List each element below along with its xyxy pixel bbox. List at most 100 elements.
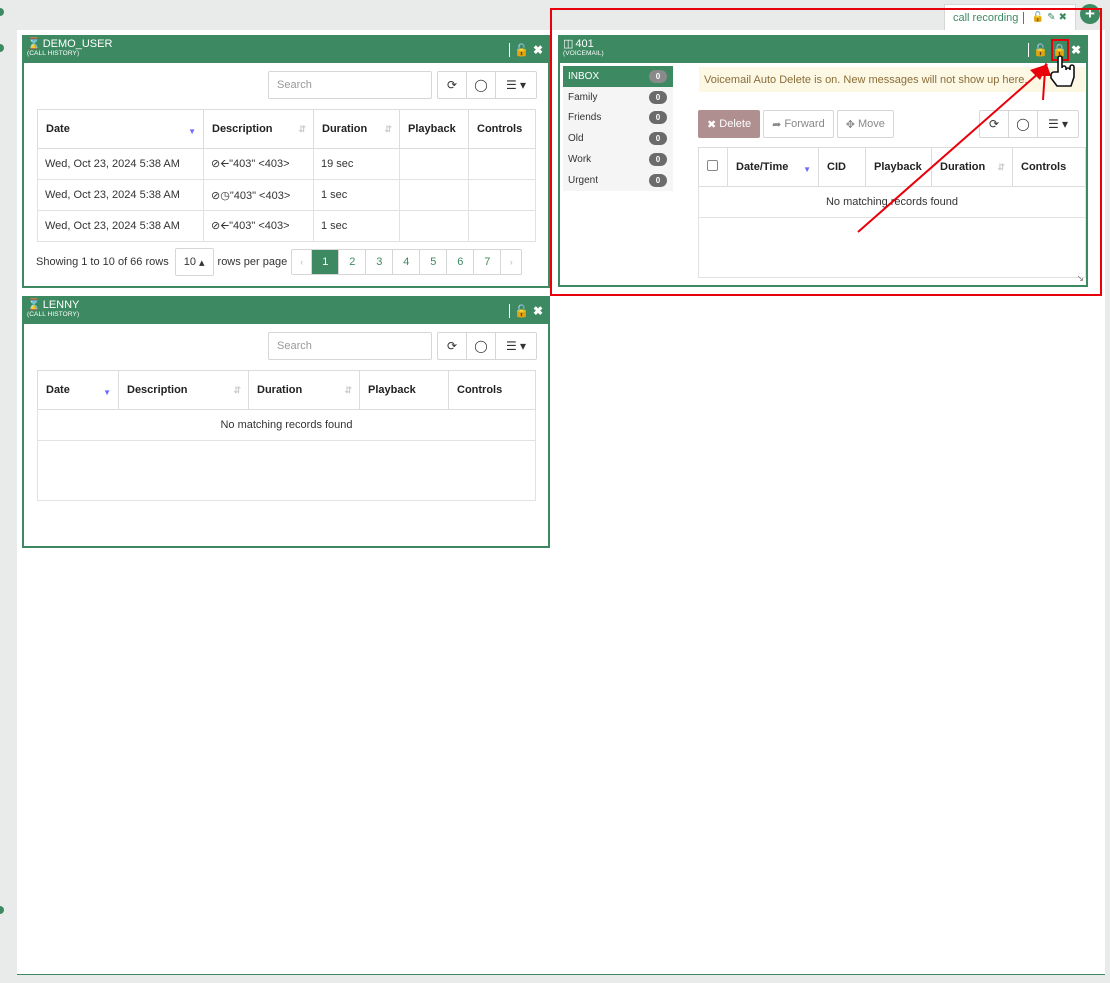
add-tab-button[interactable]: +: [1080, 4, 1100, 24]
resize-handle-icon[interactable]: ↘: [1076, 273, 1084, 284]
table-header-row: Date ▼ Description ⇵ Duration ⇵ Playback Co…: [37, 109, 536, 149]
column-header-date[interactable]: Date ▼: [37, 370, 119, 410]
sort-desc-icon: ▼: [103, 388, 111, 397]
column-header-duration[interactable]: Duration ⇵: [313, 109, 400, 149]
widget-title: ⌛ DEMO_USER: [27, 38, 545, 50]
close-icon[interactable]: ✖: [533, 304, 543, 318]
folder-family[interactable]: Family 0: [563, 86, 673, 108]
cell-date: Wed, Oct 23, 2024 5:38 AM: [37, 148, 204, 180]
widget-header[interactable]: ⌛ LENNY (CALL HISTORY) 🔓 ✖: [24, 298, 548, 324]
widget-header[interactable]: ◫ 401 (VOICEMAIL) 🔓 🔒 ✖: [560, 37, 1086, 63]
column-header-description[interactable]: Description ⇵: [118, 370, 249, 410]
columns-menu-icon[interactable]: ☰ ▾: [496, 333, 536, 359]
close-icon[interactable]: ✖: [533, 43, 543, 57]
rail-marker: [0, 906, 4, 914]
arrow-left-icon: 🡨: [220, 219, 230, 232]
toggle-icon[interactable]: ◯: [467, 72, 496, 98]
sort-icon: ⇵: [997, 162, 1005, 172]
page-6-button[interactable]: 6: [447, 250, 475, 274]
pagination-info: Showing 1 to 10 of 66 rows: [36, 256, 169, 268]
toggle-icon[interactable]: ◯: [467, 333, 496, 359]
rail-marker: [0, 8, 4, 16]
column-header-datetime[interactable]: Date/Time ▼: [727, 147, 819, 187]
forward-button[interactable]: ➦ Forward: [763, 110, 834, 138]
toggle-icon[interactable]: ◯: [1009, 111, 1038, 137]
table-row: Wed, Oct 23, 2024 5:38 AM ⊘🡨"403" <403> …: [37, 148, 536, 180]
call-history-table: Date ▼ Description ⇵ Duration ⇵ Playback Co…: [37, 109, 536, 242]
move-button[interactable]: ✥ Move: [836, 110, 894, 138]
page-3-button[interactable]: 3: [366, 250, 394, 274]
count-badge: 0: [649, 132, 667, 146]
widget-subtitle: (VOICEMAIL): [563, 50, 604, 57]
refresh-icon[interactable]: ⟳: [980, 111, 1009, 137]
close-icon[interactable]: ✖: [1059, 12, 1067, 23]
tab-call-recording[interactable]: call recording 🔓 ✎ ✖: [944, 4, 1076, 30]
column-header-description[interactable]: Description ⇵: [203, 109, 314, 149]
select-all-checkbox[interactable]: [707, 160, 718, 171]
page-5-button[interactable]: 5: [420, 250, 448, 274]
close-icon: ✖: [707, 118, 720, 131]
sort-icon: ⇵: [298, 124, 306, 134]
cell-controls: [468, 179, 536, 211]
page-1-button[interactable]: 1: [312, 250, 340, 274]
widget-header[interactable]: ⌛ DEMO_USER (CALL HISTORY) 🔓 ✖: [24, 37, 548, 63]
refresh-icon[interactable]: ⟳: [438, 72, 467, 98]
cell-controls: [468, 210, 536, 242]
table-buttons: ⟳ ◯ ☰ ▾: [437, 71, 537, 99]
sort-icon: ⇵: [384, 124, 392, 134]
count-badge: 0: [649, 69, 667, 83]
column-header-duration[interactable]: Duration ⇵: [248, 370, 360, 410]
folder-old[interactable]: Old 0: [563, 128, 673, 150]
folder-list: INBOX 0 Family 0 Friends 0 Old 0 Work 0 Urgen…: [563, 66, 673, 191]
columns-menu-icon[interactable]: ☰ ▾: [496, 72, 536, 98]
page-2-button[interactable]: 2: [339, 250, 367, 274]
search-input[interactable]: Search: [268, 332, 432, 360]
folder-work[interactable]: Work 0: [563, 149, 673, 170]
empty-row: No matching records found: [37, 409, 536, 441]
page-size-select[interactable]: 10 ▴: [174, 248, 214, 276]
columns-menu-icon[interactable]: ☰ ▾: [1038, 111, 1078, 137]
next-page-button[interactable]: ›: [501, 250, 521, 274]
pagination: ‹ 1 2 3 4 5 6 7 ›: [291, 249, 523, 275]
page-4-button[interactable]: 4: [393, 250, 421, 274]
close-icon[interactable]: ✖: [1071, 43, 1081, 57]
column-header-date[interactable]: Date ▼: [37, 109, 204, 149]
column-header-cid[interactable]: CID: [818, 147, 866, 187]
voicemail-table: Date/Time ▼ CID Playback Duration ⇵ Contro…: [698, 147, 1086, 278]
pencil-icon[interactable]: ✎: [1047, 12, 1055, 23]
widget-lenny: ⌛ LENNY (CALL HISTORY) 🔓 ✖ Search ⟳ ◯ ☰ …: [22, 296, 550, 548]
cell-playback: [399, 148, 469, 180]
widget-demo-user: ⌛ DEMO_USER (CALL HISTORY) 🔓 ✖ Search ⟳ …: [22, 35, 550, 288]
widget-title-text: DEMO_USER: [42, 38, 113, 50]
widget-subtitle: (CALL HISTORY): [27, 50, 80, 57]
column-header-duration[interactable]: Duration ⇵: [931, 147, 1013, 187]
per-page-label: rows per page: [217, 256, 288, 268]
unlock-icon[interactable]: 🔓: [1032, 12, 1044, 23]
refresh-icon[interactable]: ⟳: [438, 333, 467, 359]
hourglass-icon: ⌛: [27, 38, 41, 50]
unlock-icon[interactable]: 🔓: [1033, 43, 1048, 57]
unlock-icon[interactable]: 🔓: [514, 43, 529, 57]
table-toolbar: Search ⟳ ◯ ☰ ▾: [268, 71, 537, 99]
cell-playback: [399, 210, 469, 242]
clock-icon: ◷: [220, 189, 230, 202]
share-icon: ➦: [772, 118, 785, 131]
folder-friends[interactable]: Friends 0: [563, 107, 673, 129]
blocked-icon: ⊘: [211, 219, 221, 232]
unlock-icon[interactable]: 🔓: [514, 304, 529, 318]
search-input[interactable]: Search: [268, 71, 432, 99]
cell-description: ⊘🡨"403" <403>: [203, 148, 314, 180]
prev-page-button[interactable]: ‹: [292, 250, 313, 274]
cell-duration: 1 sec: [313, 179, 400, 211]
widget-voicemail-401: ◫ 401 (VOICEMAIL) 🔓 🔒 ✖ INBOX 0 Family 0 F…: [558, 35, 1088, 287]
empty-message: No matching records found: [37, 409, 536, 441]
table-filler: [37, 440, 536, 501]
folder-urgent[interactable]: Urgent 0: [563, 169, 673, 191]
delete-button[interactable]: ✖ Delete: [698, 110, 761, 138]
page-7-button[interactable]: 7: [474, 250, 502, 274]
column-header-playback: Playback: [865, 147, 932, 187]
rail-marker: [0, 44, 4, 52]
folder-inbox[interactable]: INBOX 0: [563, 66, 673, 87]
count-badge: 0: [649, 90, 667, 104]
widget-title: ◫ 401: [563, 38, 1083, 50]
